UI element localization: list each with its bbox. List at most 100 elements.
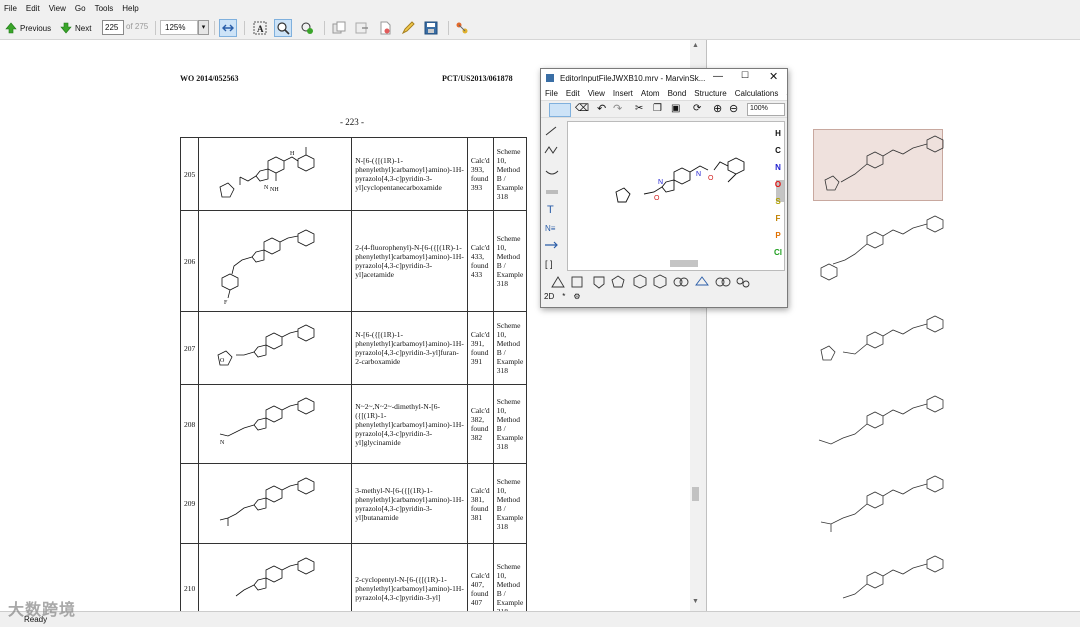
element-h[interactable]: H <box>769 129 787 146</box>
copy-icon[interactable]: ❐ <box>653 103 662 114</box>
document-button[interactable] <box>376 19 394 37</box>
arrow-up-icon <box>5 22 17 34</box>
drawn-molecule: O N N O <box>615 157 745 203</box>
edit-button[interactable] <box>399 19 417 37</box>
zoom-input[interactable]: 125% <box>160 20 198 35</box>
svg-text:N: N <box>696 171 701 178</box>
element-o[interactable]: O <box>769 180 787 197</box>
text-tool-icon[interactable]: T <box>547 204 554 216</box>
next-button[interactable]: Next <box>60 19 91 37</box>
mass-data: Calc'd 407, found 407 <box>466 543 494 611</box>
menu-help[interactable]: Help <box>122 4 138 13</box>
example-number: 206 <box>179 210 200 312</box>
marvin-menu-structure[interactable]: Structure <box>694 89 726 98</box>
marvin-zoom-select[interactable]: 100% <box>747 103 785 116</box>
chain-tool[interactable] <box>544 146 558 154</box>
cut-icon[interactable]: ✂ <box>635 103 643 114</box>
cyclopentane-template-icon[interactable] <box>593 276 605 289</box>
compound-name: 3-methyl-N-[6-({[(1R)-1-phenylethyl]carb… <box>351 463 468 544</box>
menu-tools[interactable]: Tools <box>95 4 114 13</box>
marvin-menu-view[interactable]: View <box>588 89 605 98</box>
arrow-down-icon <box>60 22 72 34</box>
redo-icon[interactable]: ↷ <box>613 102 622 115</box>
cyclopropane-template-icon[interactable] <box>551 276 565 288</box>
reaction-arrow-icon[interactable] <box>545 241 558 249</box>
find-icon <box>298 19 316 37</box>
plugin-button[interactable] <box>453 19 471 37</box>
marvin-menu-bar: File Edit View Insert Atom Bond Structur… <box>541 87 787 100</box>
marvin-drawing-canvas[interactable]: O N N O <box>567 121 785 271</box>
more-templates-icon[interactable] <box>736 277 744 285</box>
atom-label-tool-icon[interactable]: N≡ <box>545 224 556 233</box>
molecule-structure: F <box>221 229 315 306</box>
svg-text:O: O <box>708 175 714 182</box>
marvin-menu-atom[interactable]: Atom <box>641 89 660 98</box>
marvin-app-icon <box>546 74 554 82</box>
cyclohexane-template-icon[interactable] <box>633 274 647 289</box>
table-row: 206 F 2-(4-fluorophenyl)-N-[6-({[(1R)-1-… <box>179 210 528 312</box>
marvin-menu-search[interactable]: Se <box>786 89 787 98</box>
fit-icon <box>219 19 237 37</box>
scrollbar-thumb[interactable] <box>692 487 699 501</box>
pentagon-template-icon[interactable] <box>611 275 625 288</box>
menu-file[interactable]: File <box>4 4 17 13</box>
paste-icon[interactable]: ▣ <box>671 103 680 114</box>
benzene-template-icon[interactable] <box>653 274 667 289</box>
marvin-menu-file[interactable]: File <box>545 89 558 98</box>
marvin-window-title: EditorInputFileJWXB10.mrv - MarvinSk... <box>560 73 706 83</box>
maximize-button[interactable]: ☐ <box>741 70 749 81</box>
double-bond-tool[interactable] <box>546 190 558 194</box>
svg-text:H: H <box>290 151 295 157</box>
text-select-icon: A <box>251 19 269 37</box>
arc-tool[interactable] <box>545 170 559 175</box>
clean-icon[interactable]: ⟳ <box>693 103 701 114</box>
scheme-reference: Scheme 10, Method B / Example 318 <box>492 543 528 611</box>
example-number: 209 <box>179 463 200 544</box>
canvas-hscroll-thumb[interactable] <box>670 260 698 267</box>
close-button[interactable]: ✕ <box>769 70 778 83</box>
structure-cell <box>198 463 353 544</box>
element-f[interactable]: F <box>769 214 787 231</box>
marvinsketch-window[interactable]: EditorInputFileJWXB10.mrv - MarvinSk... … <box>540 68 788 308</box>
undo-icon[interactable]: ↶ <box>597 102 606 115</box>
scroll-down-arrow[interactable]: ▼ <box>692 598 699 605</box>
page-number-input[interactable]: 225 <box>102 20 124 35</box>
export-button[interactable] <box>353 19 371 37</box>
select-tool-icon[interactable] <box>549 103 571 117</box>
menu-go[interactable]: Go <box>75 4 86 13</box>
previous-button[interactable]: Previous <box>5 19 51 37</box>
cyclobutane-template-icon[interactable] <box>571 276 583 288</box>
minimize-button[interactable]: — <box>713 71 723 82</box>
compound-name: 2-cyclopentyl-N-[6-({[(1R)-1-phenylethyl… <box>351 543 468 611</box>
marvin-title-bar[interactable]: EditorInputFileJWXB10.mrv - MarvinSk... … <box>541 69 787 87</box>
element-s[interactable]: S <box>769 197 787 214</box>
svg-text:A: A <box>257 24 264 34</box>
element-cl[interactable]: Cl <box>769 248 787 265</box>
eraser-icon[interactable]: ⌫ <box>575 103 589 114</box>
svg-text:N: N <box>264 185 269 191</box>
fit-width-button[interactable] <box>219 19 237 37</box>
zoom-select-button[interactable] <box>274 19 292 37</box>
save-button[interactable] <box>422 19 440 37</box>
structure-cell: N NH H <box>198 137 353 211</box>
marvin-menu-bond[interactable]: Bond <box>668 89 687 98</box>
marvin-menu-insert[interactable]: Insert <box>613 89 633 98</box>
single-bond-tool[interactable] <box>545 126 557 136</box>
search-next-button[interactable] <box>298 19 316 37</box>
copy-image-button[interactable] <box>330 19 348 37</box>
menu-view[interactable]: View <box>49 4 66 13</box>
settings-icon[interactable]: ⚙ <box>573 292 580 301</box>
marvin-menu-calculations[interactable]: Calculations <box>735 89 779 98</box>
element-p[interactable]: P <box>769 231 787 248</box>
scroll-up-arrow[interactable]: ▲ <box>692 42 699 49</box>
zoom-dropdown-button[interactable]: ▾ <box>198 20 209 35</box>
zoom-out-icon[interactable]: ⊖ <box>729 102 738 115</box>
menu-edit[interactable]: Edit <box>26 4 40 13</box>
text-select-button[interactable]: A <box>251 19 269 37</box>
bracket-tool-icon[interactable]: [ ] <box>545 259 553 269</box>
element-n[interactable]: N <box>769 163 787 180</box>
zoom-in-icon[interactable]: ⊕ <box>713 102 722 115</box>
marvin-menu-edit[interactable]: Edit <box>566 89 580 98</box>
element-c[interactable]: C <box>769 146 787 163</box>
hetero-template-icon[interactable] <box>695 276 709 286</box>
